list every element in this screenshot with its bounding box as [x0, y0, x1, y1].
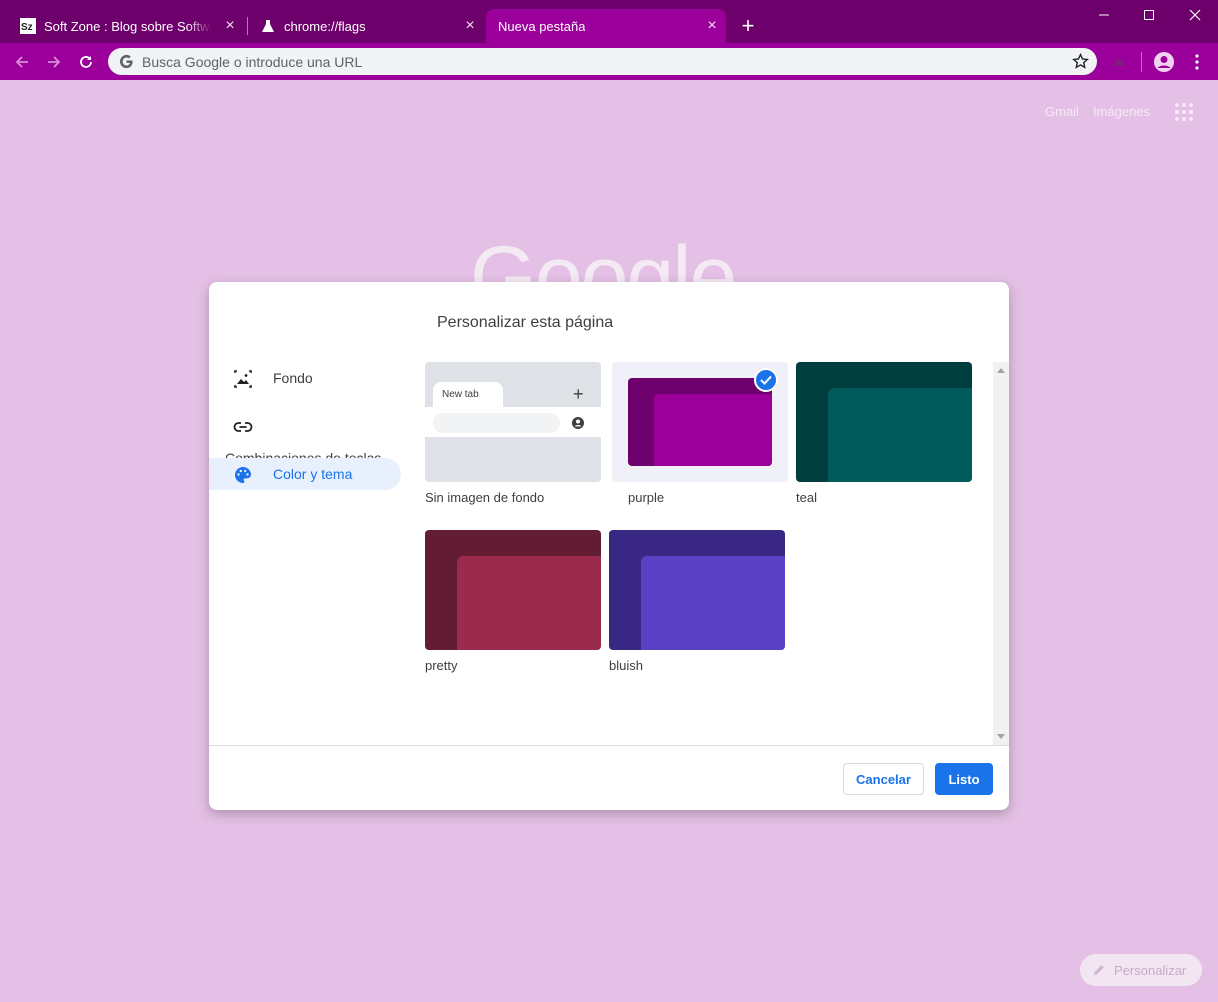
- tab-new-tab[interactable]: Nueva pestaña ×: [486, 9, 726, 43]
- maximize-button[interactable]: [1127, 4, 1171, 26]
- mock-avatar-icon: [572, 417, 584, 429]
- dialog-title: Personalizar esta página: [437, 314, 614, 331]
- theme-tile-default[interactable]: New tab +: [425, 362, 601, 482]
- tab-title: chrome://flags: [284, 18, 366, 34]
- menu-item-label: Fondo: [273, 370, 313, 386]
- arrow-left-icon: [15, 56, 28, 68]
- menu-item-label: Color y tema: [273, 466, 353, 482]
- mock-omnibox: [433, 413, 560, 433]
- tile-label: pretty: [425, 658, 458, 673]
- check-icon: [754, 368, 778, 392]
- menu-item-shortcuts[interactable]: Combinaciones de teclas: [209, 410, 401, 466]
- menu-item-color-theme[interactable]: Color y tema: [209, 458, 401, 490]
- tab-close-icon[interactable]: ×: [462, 18, 478, 34]
- softzone-icon: Sz: [20, 18, 36, 34]
- arrow-right-icon: [48, 56, 61, 68]
- tab-title: Nueva pestaña: [498, 18, 586, 34]
- tab-softzone[interactable]: Sz Soft Zone : Blog sobre Software d ×: [12, 9, 244, 43]
- tab-close-icon[interactable]: ×: [222, 18, 238, 34]
- kebab-menu-icon: [1195, 54, 1199, 70]
- tab-separator: [247, 17, 248, 35]
- cancel-button[interactable]: Cancelar: [843, 763, 924, 795]
- tile-label: purple: [628, 490, 665, 505]
- tile-front: [654, 394, 772, 466]
- star-icon[interactable]: [1072, 53, 1089, 70]
- mock-plus-icon: +: [573, 384, 584, 404]
- tile-label: bluish: [609, 658, 643, 673]
- done-button[interactable]: Listo: [935, 763, 993, 795]
- toolbar: Busca Google o introduce una URL: [0, 43, 1218, 80]
- extension-button[interactable]: [1107, 50, 1131, 74]
- flask-icon: [260, 18, 276, 34]
- mock-tab: New tab: [433, 382, 503, 408]
- mock-toolbar: [425, 407, 601, 437]
- customize-button[interactable]: Personalizar: [1080, 954, 1202, 986]
- customize-label: Personalizar: [1114, 962, 1187, 978]
- tile-label: teal: [796, 490, 817, 505]
- tile-label: Sin imagen de fondo: [425, 490, 545, 505]
- mock-tab-label: New tab: [442, 389, 479, 400]
- tile-front: [457, 556, 601, 650]
- new-tab-button[interactable]: +: [738, 15, 758, 37]
- tab-title: Soft Zone : Blog sobre Software d: [44, 18, 212, 34]
- close-window-button[interactable]: [1173, 4, 1217, 26]
- customize-dialog: Personalizar esta página Fondo Combinaci…: [209, 282, 1009, 810]
- tab-close-icon[interactable]: ×: [704, 18, 720, 34]
- scroll-up-icon[interactable]: [997, 368, 1005, 373]
- reload-icon: [80, 56, 92, 68]
- images-link[interactable]: Imágenes: [1093, 104, 1150, 119]
- apps-grid-icon[interactable]: [1175, 103, 1193, 121]
- link-icon: [233, 422, 253, 432]
- back-button[interactable]: [10, 50, 34, 74]
- forward-button[interactable]: [42, 50, 66, 74]
- theme-tile-pretty[interactable]: [425, 530, 601, 650]
- menu-button[interactable]: [1185, 50, 1209, 74]
- tile-front: [641, 556, 785, 650]
- palette-icon: [235, 467, 251, 483]
- tile-front: [828, 388, 972, 482]
- menu-item-background[interactable]: Fondo: [209, 362, 401, 394]
- pencil-icon: [1094, 965, 1104, 975]
- theme-tile-bluish[interactable]: [609, 530, 785, 650]
- toolbar-divider: [1141, 52, 1142, 72]
- scrollbar[interactable]: [993, 362, 1009, 745]
- title-bar: Sz Soft Zone : Blog sobre Software d × c…: [0, 0, 1218, 43]
- reload-button[interactable]: [74, 50, 98, 74]
- extension-icon: [1113, 57, 1125, 66]
- theme-tiles: New tab + Sin imagen de fondo purple tea…: [425, 362, 993, 745]
- image-icon: [234, 370, 252, 388]
- scroll-down-icon[interactable]: [997, 734, 1005, 739]
- dialog-footer: Cancelar Listo: [209, 745, 1009, 810]
- svg-text:Sz: Sz: [21, 22, 33, 33]
- omnibox-placeholder: Busca Google o introduce una URL: [142, 54, 363, 70]
- omnibox[interactable]: Busca Google o introduce una URL: [108, 48, 1097, 75]
- gmail-link[interactable]: Gmail: [1045, 104, 1079, 119]
- theme-tile-teal[interactable]: [796, 362, 972, 482]
- minimize-button[interactable]: [1082, 4, 1126, 26]
- google-logo: Google: [470, 229, 736, 282]
- avatar-icon: [1154, 52, 1174, 72]
- theme-tile-purple[interactable]: [612, 362, 788, 482]
- tab-flags[interactable]: chrome://flags ×: [252, 9, 484, 43]
- profile-button[interactable]: [1152, 50, 1176, 74]
- google-g-icon: [120, 54, 133, 69]
